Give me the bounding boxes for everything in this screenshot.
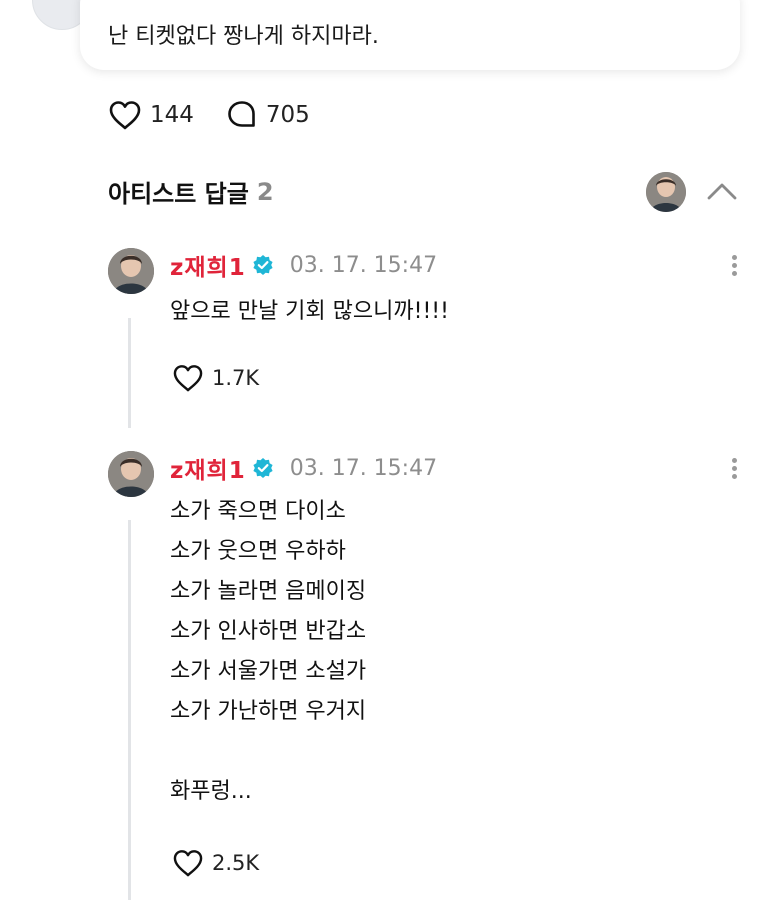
artist-replies-count: 2 — [256, 177, 274, 206]
more-dot — [731, 458, 737, 463]
more-dot — [731, 255, 737, 260]
reply-timestamp: 03. 17. 15:47 — [289, 455, 438, 481]
chevron-up-icon — [707, 183, 737, 200]
artist-photo — [646, 172, 686, 212]
more-dot — [731, 466, 737, 471]
reply-avatar[interactable] — [108, 248, 154, 294]
artist-photo — [108, 248, 154, 294]
verified-badge-icon — [253, 458, 273, 478]
reply-like-button[interactable]: 1.7K — [172, 364, 259, 392]
reply-header: z재희1 03. 17. 15:47 — [170, 451, 438, 485]
reply-timestamp: 03. 17. 15:47 — [289, 252, 438, 278]
more-options-button[interactable] — [724, 455, 744, 485]
comment-button[interactable]: 705 — [226, 99, 310, 131]
speech-bubble-icon — [228, 101, 255, 127]
thread-line — [128, 520, 131, 900]
comment-count: 705 — [265, 102, 310, 128]
author-name[interactable]: z재희1 — [170, 248, 246, 282]
reply-text: 앞으로 만날 기회 많으니까!!!! — [170, 299, 449, 324]
reply-header: z재희1 03. 17. 15:47 — [170, 248, 438, 282]
verified-badge-icon — [253, 255, 273, 275]
artist-replies-title: 아티스트 답글 — [108, 180, 249, 208]
more-options-button[interactable] — [724, 252, 744, 282]
reply-like-count: 2.5K — [212, 851, 260, 875]
comment-bubble: 난 티켓없다 짱나게 하지마라. — [80, 0, 740, 70]
heart-icon — [109, 101, 141, 130]
artist-avatar[interactable] — [646, 172, 686, 212]
heart-icon — [173, 365, 203, 392]
more-dot — [731, 474, 737, 479]
artist-photo — [108, 451, 154, 497]
reply-text: 소가 죽으면 다이소 소가 웃으면 우하하 소가 놀라면 음메이징 소가 인사하… — [170, 499, 367, 804]
reply-like-count: 1.7K — [212, 366, 260, 390]
collapse-button[interactable] — [704, 176, 740, 206]
author-name[interactable]: z재희1 — [170, 451, 246, 485]
comment-actions: 144 705 — [108, 98, 342, 132]
artist-replies-header: 아티스트 답글 2 — [108, 174, 274, 209]
more-dot — [731, 263, 737, 268]
thread-line — [128, 318, 131, 428]
heart-icon — [173, 850, 203, 877]
like-count: 144 — [150, 102, 194, 128]
more-dot — [731, 271, 737, 276]
reply-avatar[interactable] — [108, 451, 154, 497]
reply-like-button[interactable]: 2.5K — [172, 849, 259, 877]
comment-text: 난 티켓없다 짱나게 하지마라. — [108, 24, 379, 49]
like-button[interactable]: 144 — [108, 100, 194, 130]
